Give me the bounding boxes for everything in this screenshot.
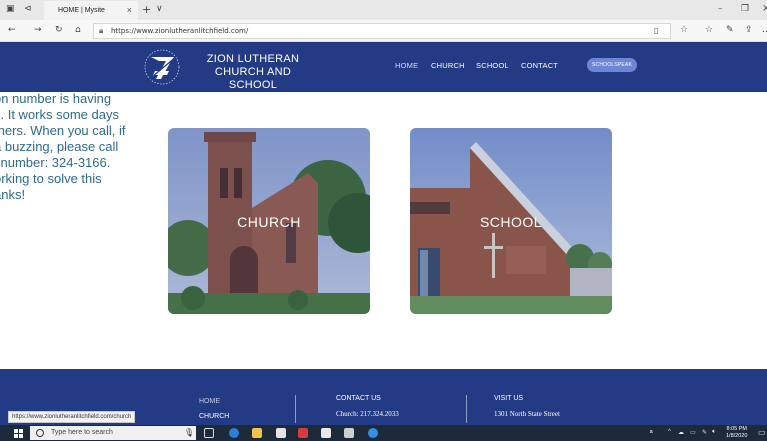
site-title-line1: ZION LUTHERAN [206, 53, 300, 65]
reading-view-icon[interactable]: ▯ [654, 26, 658, 35]
address-bar-row: ← → ↻ ⌂ 🔒︎ https://www.zionlutheranlitch… [0, 20, 767, 42]
home-icon[interactable]: ⌂ [75, 25, 81, 35]
footer-visit-address: 1301 North State Street [494, 410, 560, 418]
school-card[interactable]: SCHOOL [410, 128, 612, 314]
church-card[interactable]: CHURCH [168, 128, 370, 314]
browser-tab-bar: ▣ ⊲ HOME | Mysite × + ∨ – ❐ × [0, 0, 767, 20]
footer-contact-heading: CONTACT US [336, 395, 381, 402]
notice-line: thers. When you call, if [0, 123, 126, 138]
status-url-tooltip: https://www.zionlutheranlitchfield.com/c… [8, 411, 136, 423]
site-header: ZION LUTHERAN CHURCH AND SCHOOL HOME CHU… [0, 42, 767, 92]
footer-visit-heading: VISIT US [494, 395, 524, 402]
school-card-label: SCHOOL [479, 214, 543, 230]
footer-link-church[interactable]: CHURCH [199, 413, 229, 420]
task-view-icon[interactable] [204, 428, 214, 438]
lock-icon: 🔒︎ [99, 26, 104, 35]
new-tab-icon[interactable]: + [142, 3, 151, 16]
nav-home[interactable]: HOME [395, 61, 418, 70]
taskbar-search-placeholder: Type here to search [51, 429, 113, 436]
calculator-icon[interactable] [344, 428, 354, 438]
clock-time: 8:05 PM [726, 426, 747, 432]
notes-pen-icon[interactable]: ✎ [726, 25, 734, 35]
back-icon[interactable]: ← [8, 25, 16, 35]
file-explorer-icon[interactable] [252, 428, 262, 438]
maximize-icon[interactable]: ❐ [741, 4, 749, 14]
set-tabs-aside-icon[interactable]: ⊲ [24, 4, 32, 14]
church-card-label: CHURCH [237, 214, 301, 230]
footer-divider [466, 395, 467, 423]
schoolspeak-button[interactable]: SCHOOLSPEAK [587, 58, 637, 72]
clock-date: 1/8/2020 [726, 433, 748, 439]
footer-divider [295, 395, 296, 423]
pen-icon[interactable]: ✎ [702, 429, 707, 436]
onedrive-icon[interactable]: ☁ [678, 429, 684, 436]
tab-menu-icon[interactable]: ∨ [156, 4, 163, 14]
share-icon[interactable]: ⇪ [745, 25, 753, 35]
taskbar-search-input[interactable]: Type here to search [30, 426, 196, 440]
favorites-hub-icon[interactable]: ☆ [705, 25, 713, 35]
notice-line: orking to solve this [0, 171, 102, 186]
more-icon[interactable]: … [762, 25, 767, 35]
notice-line: on number is having [0, 91, 112, 106]
notice-line: s. It works some days [0, 107, 119, 122]
windows-taskbar: Type here to search 🎙︎ ꭱ ^ ☁ ▭ ✎ 🔉︎ 8:05… [0, 425, 767, 441]
mcafee-icon[interactable] [298, 428, 308, 438]
minimize-icon[interactable]: – [718, 4, 723, 14]
nav-contact[interactable]: CONTACT [521, 61, 558, 70]
refresh-icon[interactable]: ↻ [55, 25, 63, 35]
taskbar-clock[interactable]: 8:05 PM 1/8/2020 [726, 426, 747, 440]
edge-browser-icon[interactable] [229, 428, 239, 438]
volume-icon[interactable]: 🔉︎ [712, 429, 716, 436]
notice-line: l number: 324-3166. [0, 155, 111, 170]
tab-close-icon[interactable]: × [127, 5, 132, 15]
window-close-icon[interactable]: × [762, 3, 767, 14]
nav-school[interactable]: SCHOOL [476, 61, 509, 70]
notice-line: anks! [0, 187, 26, 202]
notice-line: a buzzing, please call [0, 139, 119, 154]
site-title[interactable]: ZION LUTHERAN CHURCH AND SCHOOL [192, 53, 314, 92]
forward-icon[interactable]: → [34, 25, 42, 35]
tab-actions-icon[interactable]: ▣ [6, 4, 15, 14]
browser-tab-home[interactable]: HOME | Mysite × [44, 1, 138, 20]
school-logo-icon[interactable] [141, 47, 184, 87]
site-title-line2: CHURCH AND SCHOOL [214, 66, 292, 91]
nav-church[interactable]: CHURCH [431, 61, 465, 70]
store-icon[interactable] [276, 428, 286, 438]
favorite-star-icon[interactable]: ☆ [680, 25, 688, 35]
people-icon[interactable]: ꭱ [650, 429, 653, 436]
tab-title: HOME | Mysite [58, 7, 105, 14]
cortana-icon [36, 429, 44, 437]
network-icon[interactable]: ▭ [690, 429, 696, 436]
url-field[interactable]: 🔒︎ https://www.zionlutheranlitchfield.co… [93, 23, 671, 39]
footer-contact-phone: Church: 217.324.2033 [336, 410, 399, 418]
footer-link-home[interactable]: HOME [199, 398, 220, 405]
browser-app-icon[interactable] [368, 428, 378, 438]
microphone-icon[interactable]: 🎙︎ [184, 428, 194, 437]
url-text: https://www.zionlutheranlitchfield.com/ [111, 27, 249, 35]
notifications-icon[interactable]: ▭ [758, 428, 766, 437]
phone-notice: on number is having s. It works some day… [0, 91, 165, 203]
tray-chevron-icon[interactable]: ^ [668, 429, 671, 435]
mail-icon[interactable] [321, 428, 331, 438]
windows-start-icon[interactable] [14, 429, 23, 438]
